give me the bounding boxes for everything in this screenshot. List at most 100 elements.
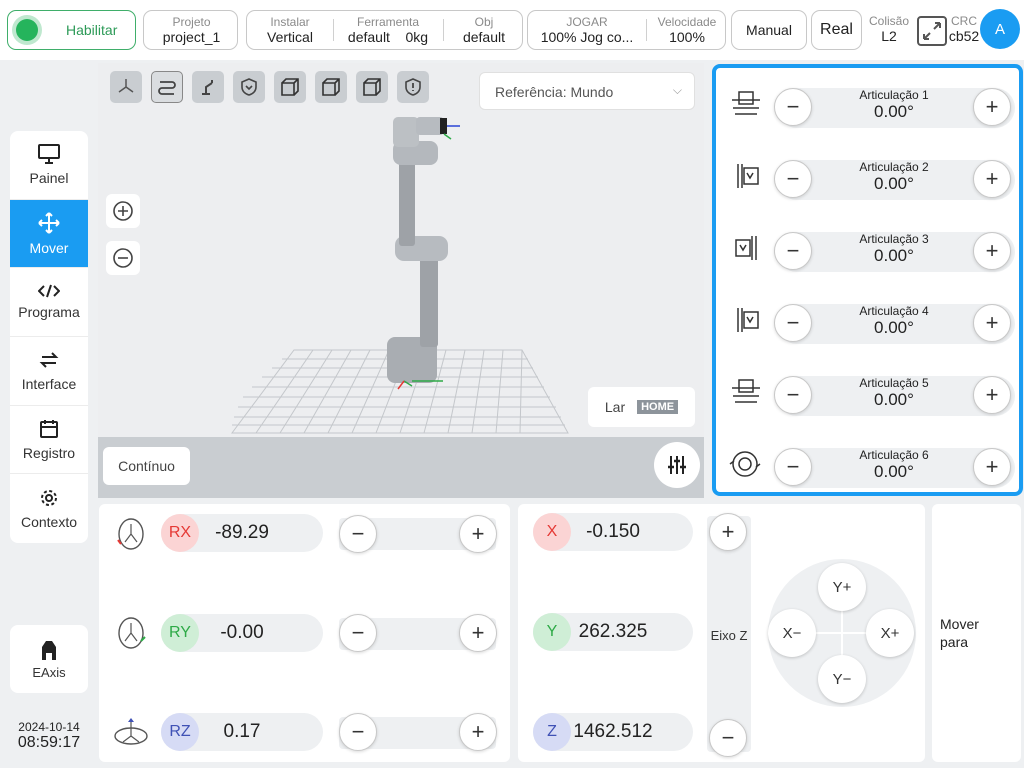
x-plus-button[interactable]: X+ [866, 609, 914, 657]
continuous-button[interactable]: Contínuo [103, 447, 190, 485]
monitor-icon [38, 143, 60, 164]
joint-row: − + Articulação 5 0.00° [724, 362, 1015, 422]
joint-minus-button[interactable]: − [774, 232, 812, 270]
joint-plus-button[interactable]: + [973, 232, 1011, 270]
eaxis-icon [42, 640, 56, 660]
ry-badge: RY [161, 614, 199, 652]
rx-minus-button[interactable]: − [339, 515, 377, 553]
joint-row: − + Articulação 3 0.00° [724, 218, 1015, 278]
install-label: Instalar [270, 15, 310, 29]
enable-button[interactable]: Habilitar [7, 10, 136, 50]
cube-side-icon[interactable] [315, 71, 347, 103]
robot-arm-icon[interactable] [192, 71, 224, 103]
rotate-x-icon [117, 518, 144, 550]
crc-indicator: CRC cb52 [948, 14, 980, 44]
x-minus-button[interactable]: X− [768, 609, 816, 657]
obj-value: default [462, 29, 506, 45]
tool-value: default 0kg [347, 29, 429, 45]
cube-front-icon[interactable] [274, 71, 306, 103]
eaxis-label: EAxis [32, 664, 66, 680]
joint-name: Articulação 4 [859, 304, 929, 318]
z-plus-button[interactable]: + [709, 513, 747, 551]
sidebar-item-programa[interactable]: Programa [10, 268, 88, 338]
home-button[interactable]: Lar HOME [588, 387, 695, 427]
sidebar-item-registro[interactable]: Registro [10, 406, 88, 475]
shield-icon[interactable] [233, 71, 265, 103]
z-minus-button[interactable]: − [709, 719, 747, 757]
code-icon [38, 284, 60, 298]
obj-label: Obj [474, 15, 494, 29]
reference-value: Referência: Mundo [495, 84, 614, 100]
joint-minus-button[interactable]: − [774, 448, 812, 486]
jog-value: 100% Jog co... [540, 29, 634, 45]
config-group[interactable]: Instalar Vertical Ferramenta default 0kg O… [246, 10, 523, 50]
joint-name: Articulação 6 [859, 448, 929, 462]
move-to-button[interactable]: Mover para [932, 504, 1021, 762]
joint-minus-button[interactable]: − [774, 376, 812, 414]
project-value: project_1 [162, 29, 221, 45]
joint-value: 0.00° [874, 318, 914, 337]
sidebar-item-label: Contexto [20, 513, 78, 530]
joint-base-icon [732, 91, 760, 115]
sidebar-item-painel[interactable]: Painel [10, 131, 88, 200]
move-to-label: Mover para [940, 616, 979, 650]
y-badge: Y [533, 613, 571, 651]
joint-plus-button[interactable]: + [973, 304, 1011, 342]
rx-badge: RX [161, 514, 199, 552]
robot-3d-viewer[interactable]: Referência: Mundo ⌵ Lar HOME Contínuo [98, 63, 704, 498]
sidebar: Painel Mover Programa Interface Registro… [10, 131, 88, 543]
project-selector[interactable]: Projeto project_1 [143, 10, 238, 50]
rz-minus-button[interactable]: − [339, 713, 377, 751]
joint-wrist3-icon [729, 451, 761, 477]
ry-plus-button[interactable]: + [459, 614, 497, 652]
joint-minus-button[interactable]: − [774, 304, 812, 342]
ry-minus-button[interactable]: − [339, 614, 377, 652]
joint-name: Articulação 5 [859, 376, 929, 390]
path-icon[interactable] [151, 71, 183, 103]
joint-name: Articulação 1 [859, 88, 929, 102]
rz-plus-button[interactable]: + [459, 713, 497, 751]
joint-value: 0.00° [874, 102, 914, 121]
joint-plus-button[interactable]: + [973, 448, 1011, 486]
sidebar-item-label: Registro [22, 444, 76, 461]
joint-shoulder-icon [737, 164, 759, 188]
joint-value: 0.00° [874, 174, 914, 193]
joint-plus-button[interactable]: + [973, 376, 1011, 414]
install-value: Vertical [267, 29, 313, 45]
joint-wrist1-icon [737, 308, 759, 332]
joint-minus-button[interactable]: − [774, 88, 812, 126]
rz-badge: RZ [161, 713, 199, 751]
xy-jog-pad: Y+ Y− X− X+ [768, 559, 916, 707]
swap-icon [39, 352, 59, 368]
joint-minus-button[interactable]: − [774, 160, 812, 198]
view-iso-icon[interactable] [110, 71, 142, 103]
sidebar-item-contexto[interactable]: Contexto [10, 474, 88, 543]
rotation-panel: -89.29 RX − + -0.00 RY − + 0.17 RZ − + [99, 504, 510, 762]
home-badge: HOME [637, 400, 679, 414]
y-plus-button[interactable]: Y+ [818, 563, 866, 611]
sidebar-item-interface[interactable]: Interface [10, 337, 88, 406]
expand-icon[interactable] [917, 16, 947, 46]
sidebar-item-label: Programa [18, 304, 80, 321]
eaxis-button[interactable]: EAxis [10, 625, 88, 693]
collision-level[interactable]: Colisão L2 [866, 10, 912, 48]
warning-shield-icon[interactable] [397, 71, 429, 103]
manual-button[interactable]: Manual [731, 10, 807, 50]
sidebar-item-mover[interactable]: Mover [10, 199, 88, 269]
rx-plus-button[interactable]: + [459, 515, 497, 553]
joint-row: − + Articulação 6 0.00° [724, 434, 1015, 494]
settings-sliders-icon[interactable] [654, 442, 700, 488]
y-minus-button[interactable]: Y− [818, 655, 866, 703]
real-button[interactable]: Real [811, 10, 862, 50]
avatar[interactable]: A [980, 9, 1020, 49]
joint-panel: − + Articulação 1 0.00° − + Articulação … [712, 64, 1023, 496]
time: 08:59:17 [17, 734, 81, 751]
jog-speed-group[interactable]: JOGAR 100% Jog co... Velocidade 100% [527, 10, 726, 50]
cube-top-icon[interactable] [356, 71, 388, 103]
joint-value: 0.00° [874, 246, 914, 265]
speed-value: 100% [669, 29, 705, 45]
date: 2024-10-14 [18, 720, 80, 734]
joint-plus-button[interactable]: + [973, 160, 1011, 198]
joint-plus-button[interactable]: + [973, 88, 1011, 126]
joint-name: Articulação 2 [859, 160, 929, 174]
